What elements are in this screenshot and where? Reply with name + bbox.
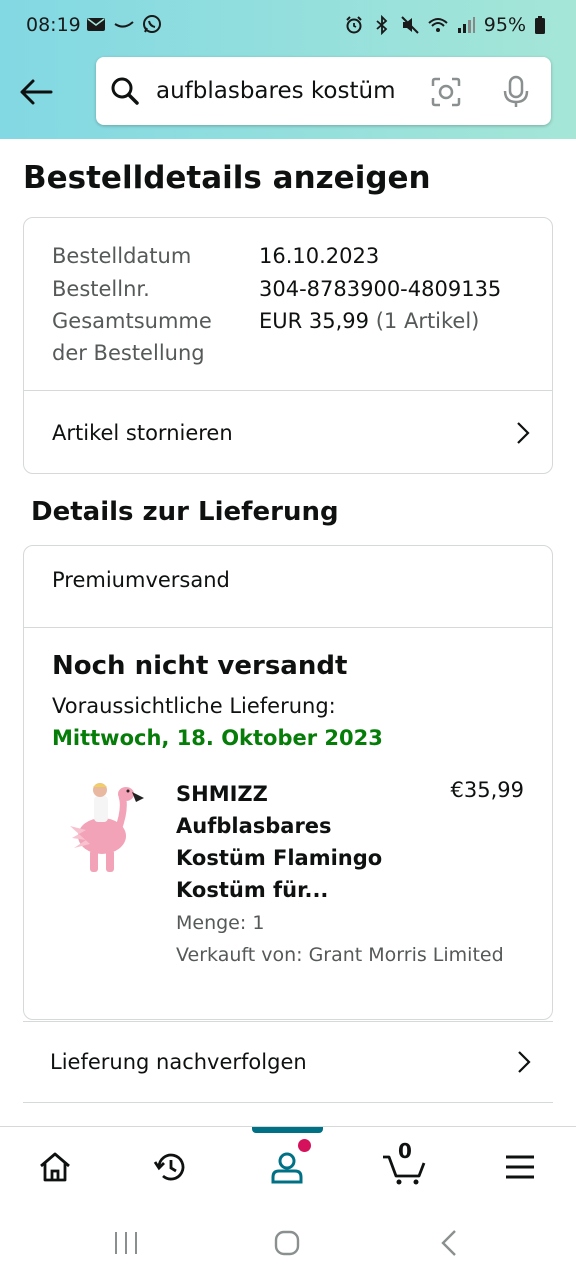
mute-icon: [401, 16, 419, 34]
home-system-button[interactable]: [267, 1226, 307, 1260]
nav-history[interactable]: [147, 1143, 195, 1191]
order-total-value: EUR 35,99 (1 Artikel): [259, 305, 479, 338]
product-price: €35,99: [450, 778, 524, 802]
order-total-amount: EUR 35,99: [259, 309, 370, 333]
menu-icon: [506, 1155, 534, 1179]
nav-menu[interactable]: [496, 1143, 544, 1191]
shipping-type: Premiumversand: [52, 568, 230, 592]
order-number-label: Bestellnr.: [52, 277, 150, 301]
product-title-line: Kostüm Flamingo: [176, 846, 383, 870]
track-delivery-link[interactable]: Lieferung nachverfolgen: [23, 1021, 553, 1103]
back-system-button[interactable]: [429, 1226, 469, 1260]
system-navigation: [0, 1204, 576, 1280]
chevron-right-icon: [517, 421, 530, 444]
notification-icons: [86, 14, 162, 34]
battery-icon: [535, 16, 545, 34]
status-time: 08:19: [26, 14, 81, 36]
search-input[interactable]: [156, 71, 426, 111]
recent-apps-button[interactable]: [106, 1226, 146, 1260]
camera-scan-icon[interactable]: [430, 76, 462, 108]
back-button[interactable]: [16, 72, 56, 112]
voicemail-icon: [114, 21, 134, 28]
divider: [24, 627, 552, 628]
expected-delivery-date: Mittwoch, 18. Oktober 2023: [52, 726, 383, 750]
bottom-navigation: 0: [0, 1126, 576, 1204]
product-image[interactable]: [60, 778, 150, 878]
order-item-count: (1 Artikel): [375, 309, 480, 333]
bluetooth-icon: [376, 15, 388, 35]
account-icon: [271, 1152, 303, 1184]
product-seller: Verkauft von: Grant Morris Limited: [176, 944, 504, 966]
search-icon: [111, 77, 139, 105]
page-title: Bestelldetails anzeigen: [23, 160, 431, 196]
arrow-left-icon: [20, 79, 53, 105]
history-icon: [153, 1153, 185, 1181]
alarm-icon: [346, 16, 362, 34]
cancel-items-label: Artikel stornieren: [52, 420, 233, 445]
product-quantity: Menge: 1: [176, 912, 265, 934]
order-number-value: 304-8783900-4809135: [259, 277, 502, 301]
battery-level: 95%: [483, 14, 526, 36]
microphone-icon[interactable]: [501, 75, 531, 109]
delivery-card: Premiumversand Noch nicht versandt Vorau…: [23, 545, 553, 1020]
wifi-icon: [428, 18, 448, 32]
product-title-line: Aufblasbares: [176, 814, 332, 838]
recent-apps-icon: [115, 1232, 137, 1254]
product-title[interactable]: SHMIZZ Aufblasbares Kostüm Flamingo Kost…: [176, 778, 416, 906]
product-title-line: Kostüm für...: [176, 878, 329, 902]
order-total-label: Gesamtsumme: [52, 309, 212, 333]
cancel-items-link[interactable]: Artikel stornieren: [24, 391, 552, 474]
status-bar: 08:19 95%: [0, 0, 576, 52]
search-bar[interactable]: [96, 57, 551, 125]
chevron-right-icon: [518, 1051, 531, 1073]
track-delivery-label: Lieferung nachverfolgen: [50, 1050, 307, 1074]
expected-delivery-label: Voraussichtliche Lieferung:: [52, 694, 336, 718]
home-circle-icon: [274, 1230, 300, 1256]
app-header: 08:19 95%: [0, 0, 576, 139]
order-summary-card: Bestelldatum 16.10.2023 Bestellnr. 304-8…: [23, 217, 553, 474]
nav-home[interactable]: [31, 1143, 79, 1191]
shipment-status: Noch nicht versandt: [52, 651, 348, 681]
delivery-section-title: Details zur Lieferung: [31, 497, 339, 527]
mail-icon: [87, 18, 105, 31]
active-tab-indicator: [252, 1127, 323, 1133]
order-date-label: Bestelldatum: [52, 244, 192, 268]
product-title-line: SHMIZZ: [176, 782, 268, 806]
cart-count-badge: 0: [398, 1139, 412, 1163]
system-icons: 95%: [344, 14, 546, 36]
signal-icon: [457, 17, 475, 33]
order-total-label-2: der Bestellung: [52, 341, 205, 365]
home-icon: [40, 1152, 70, 1182]
back-chevron-icon: [441, 1230, 456, 1256]
notification-dot: [298, 1139, 311, 1152]
order-date-value: 16.10.2023: [259, 244, 380, 268]
whatsapp-icon: [143, 15, 161, 33]
